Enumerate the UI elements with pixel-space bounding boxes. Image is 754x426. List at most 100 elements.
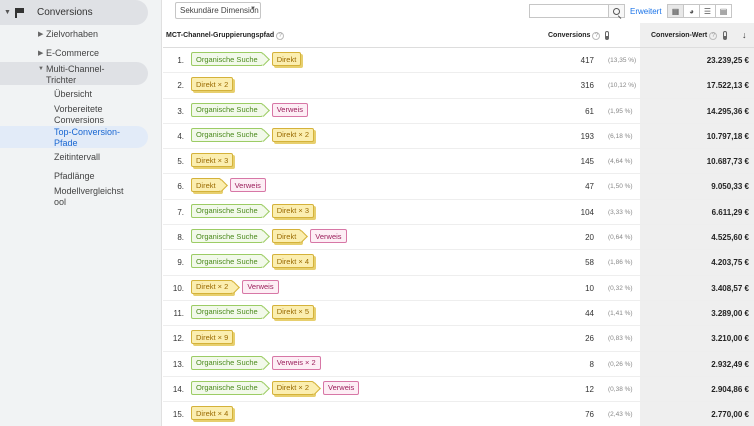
channel-chip-organic: Organische Suche: [191, 102, 263, 117]
row-index: 2.: [177, 81, 184, 91]
conversion-value-cell: 10.797,18 €: [706, 131, 749, 141]
channel-path: Organische Suche Direkt × 2 Verweis: [191, 380, 363, 395]
row-index: 4.: [177, 131, 184, 141]
channel-chip-direct: Direkt × 4: [271, 254, 315, 269]
help-icon[interactable]: ?: [709, 32, 718, 40]
channel-path: Organische Suche Verweis: [191, 102, 312, 117]
sidebar-item-label: Multi-Channel- Trichter: [46, 64, 105, 85]
channel-path: Organische Suche Direkt × 5: [191, 304, 318, 319]
search-button[interactable]: [609, 4, 625, 18]
help-icon[interactable]: ?: [276, 32, 285, 40]
conversions-cell: 193: [580, 131, 594, 141]
channel-chip-direct: Direkt: [271, 52, 302, 66]
weighting-icon[interactable]: [723, 31, 727, 40]
conversions-percent: (1,95 %): [608, 107, 633, 115]
conversions-cell: 145: [580, 157, 594, 167]
table-row: 1. Organische Suche Direkt 417 (13,35 %) 23.2…: [163, 48, 754, 74]
channel-chip-direct: Direkt × 2: [191, 279, 234, 294]
table-search-input[interactable]: [529, 4, 609, 18]
chevron-right-icon: ▶: [38, 50, 44, 57]
performance-view-icon[interactable]: ☰: [699, 4, 716, 18]
sort-descending-icon[interactable]: ↓: [742, 30, 747, 40]
conversions-percent: (1,41 %): [608, 309, 633, 317]
channel-chip-direct: Direkt × 3: [271, 203, 315, 218]
table-row: 5. Direkt × 3 145 (4,64 %) 10.687,73 €: [163, 149, 754, 175]
report-toolbar: Sekundäre Dimension ▼ Erweitert ▦ ◕ ☰ ▤: [163, 0, 754, 23]
sidebar-section-conversions[interactable]: ▼ Conversions: [0, 0, 148, 25]
column-header-conversions[interactable]: Conversions?: [548, 32, 601, 40]
channel-chip-referral: Verweis: [323, 380, 360, 395]
conversions-percent: (0,26 %): [608, 360, 633, 368]
channel-chip-referral: Verweis: [271, 102, 308, 117]
row-index: 9.: [177, 258, 184, 268]
table-row: 13. Organische Suche Verweis × 2 8 (0,26 %) 2…: [163, 351, 754, 377]
row-index: 8.: [177, 233, 184, 243]
sidebar-item-label: Pfadlänge: [54, 171, 95, 181]
channel-chip-organic: Organische Suche: [191, 127, 263, 142]
channel-path: Organische Suche Direkt × 4: [191, 254, 318, 269]
conversions-cell: 20: [585, 233, 594, 243]
conversions-cell: 417: [580, 56, 594, 65]
chevron-down-icon: ▼: [38, 66, 44, 72]
table-row: 9. Organische Suche Direkt × 4 58 (1,86 %) 4.…: [163, 250, 754, 276]
conversions-percent: (0,64 %): [608, 234, 633, 242]
channel-chip-direct: Direkt × 2: [191, 77, 234, 92]
channel-chip-direct: Direkt × 5: [271, 304, 315, 319]
pie-view-icon[interactable]: ◕: [683, 4, 700, 18]
channel-path: Direkt × 9: [191, 330, 237, 345]
conversions-cell: 12: [585, 384, 594, 394]
weighting-icon[interactable]: [605, 31, 609, 40]
row-index: 3.: [177, 106, 184, 116]
table-view-icon[interactable]: ▦: [667, 4, 684, 18]
conversions-percent: (0,32 %): [608, 284, 633, 292]
conversion-value-cell: 10.687,73 €: [706, 157, 749, 167]
table-row: 11. Organische Suche Direkt × 5 44 (1,41 %) 3…: [163, 300, 754, 327]
table-row: 10. Direkt × 2 Verweis 10 (0,32 %) 3.408,57 €: [163, 275, 754, 301]
channel-chip-direct: Direkt × 2: [271, 127, 315, 142]
channel-chip-referral: Verweis: [310, 229, 347, 244]
sidebar-item-label: Modellvergleichst ool: [54, 186, 124, 207]
table-row: 4. Organische Suche Direkt × 2 193 (6,18 %) 1…: [163, 123, 754, 150]
conversion-value-cell: 23.239,25 €: [706, 56, 749, 65]
table-header: MCT-Channel-Gruppierungspfad? Conversion…: [163, 23, 754, 48]
channel-path: Direkt Verweis: [191, 178, 270, 193]
channel-chip-organic: Organische Suche: [191, 52, 263, 66]
row-index: 11.: [173, 308, 184, 318]
row-index: 15.: [172, 410, 184, 420]
help-icon[interactable]: ?: [592, 32, 601, 40]
conversion-value-cell: 9.050,33 €: [711, 182, 749, 192]
flag-icon: [15, 7, 25, 18]
channel-chip-direct: Direkt × 2: [271, 380, 315, 395]
channel-chip-organic: Organische Suche: [191, 380, 263, 395]
table-row: 14. Organische Suche Direkt × 2 Verweis 12 (0…: [163, 376, 754, 403]
conversions-percent: (0,83 %): [608, 335, 633, 343]
row-index: 1.: [177, 56, 184, 65]
channel-path: Direkt × 2: [191, 77, 237, 92]
channel-path: Direkt × 2 Verweis: [191, 279, 283, 294]
conversions-cell: 8: [589, 359, 594, 369]
channel-path: Organische Suche Direkt × 3: [191, 203, 318, 218]
view-switcher: ▦ ◕ ☰ ▤: [667, 4, 732, 18]
row-index: 5.: [177, 157, 184, 167]
secondary-dimension-label: Sekundäre Dimension: [180, 6, 259, 15]
table-row: 12. Direkt × 9 26 (0,83 %) 3.210,00 €: [163, 326, 754, 352]
row-index: 7.: [177, 207, 184, 217]
channel-path: Direkt × 3: [191, 153, 237, 168]
channel-chip-referral: Verweis: [242, 279, 279, 294]
advanced-filter-link[interactable]: Erweitert: [630, 7, 662, 16]
conversion-value-cell: 4.203,75 €: [711, 258, 749, 268]
channel-chip-organic: Organische Suche: [191, 254, 263, 269]
conversions-percent: (3,33 %): [608, 208, 633, 216]
channel-chip-direct: Direkt: [271, 229, 302, 244]
conversions-cell: 26: [585, 334, 594, 344]
column-header-value[interactable]: Conversion-Wert?: [651, 32, 718, 40]
channel-chip-organic: Organische Suche: [191, 229, 263, 244]
column-header-path[interactable]: MCT-Channel-Gruppierungspfad?: [166, 32, 285, 40]
channel-path: Organische Suche Direkt × 2: [191, 127, 318, 142]
conversion-value-cell: 6.611,29 €: [711, 207, 749, 217]
conversions-cell: 58: [585, 258, 594, 268]
sidebar: ▼ Conversions ▶ Zielvorhaben ▶ E-Commerce ▼ M…: [0, 0, 162, 426]
conversions-percent: (6,18 %): [608, 132, 633, 140]
comparison-view-icon[interactable]: ▤: [715, 4, 732, 18]
secondary-dimension-dropdown[interactable]: Sekundäre Dimension ▼: [175, 2, 261, 19]
